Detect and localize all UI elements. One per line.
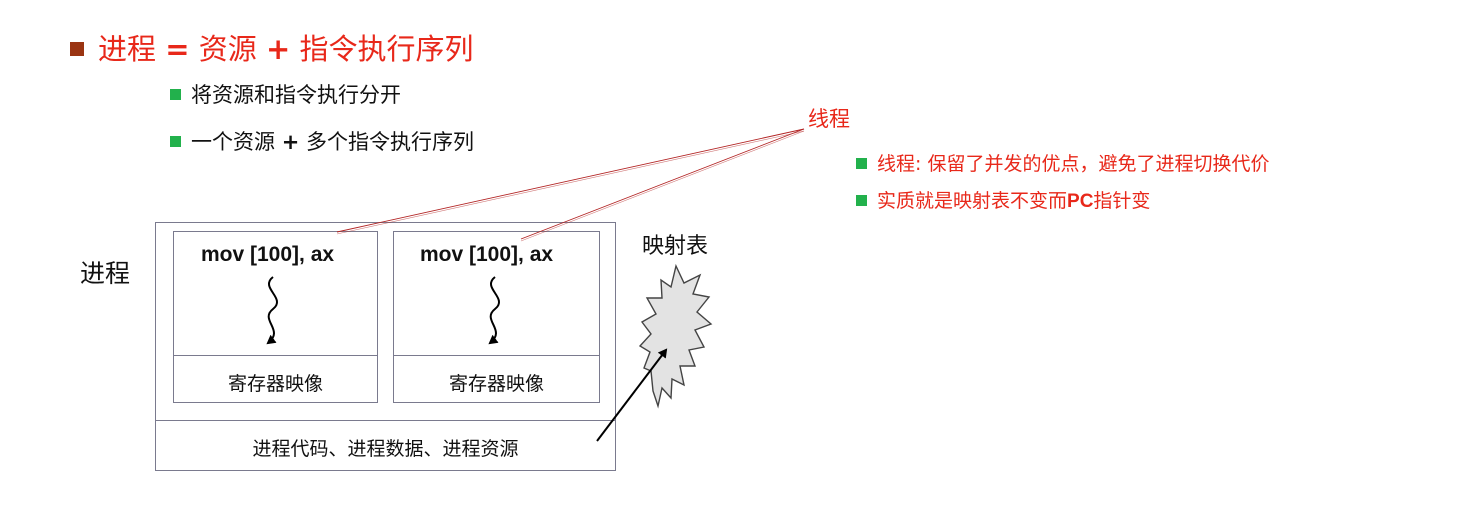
execution-arrow-icon	[488, 276, 501, 345]
mapping-table-burst-icon	[638, 263, 713, 409]
thread-callout-line	[336, 128, 805, 233]
execution-arrow-icon	[266, 276, 279, 345]
diagram-graphics	[266, 128, 805, 442]
